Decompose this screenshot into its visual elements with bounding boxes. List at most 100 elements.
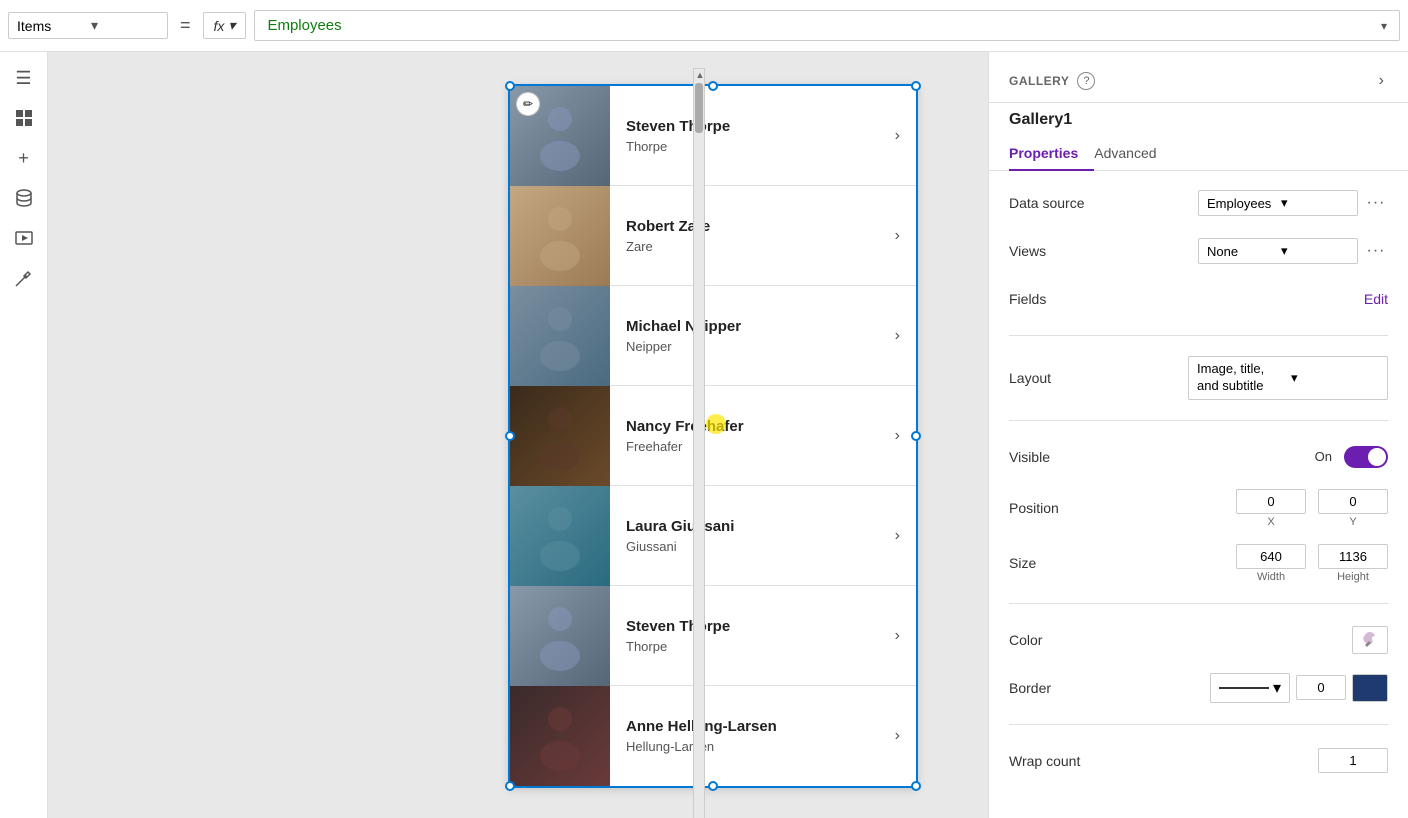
views-value: None <box>1207 244 1275 259</box>
scroll-up-arrow[interactable]: ▲ <box>694 69 706 81</box>
border-style-dropdown[interactable]: ▾ <box>1210 673 1290 703</box>
panel-section-title: GALLERY <box>1009 74 1069 88</box>
layout-label: Layout <box>1009 370 1089 386</box>
item-arrow-icon: › <box>879 127 916 145</box>
panel-tabs: Properties Advanced <box>989 137 1408 171</box>
toggle-knob <box>1368 448 1386 466</box>
gallery-item[interactable]: Michael Neipper Neipper › <box>510 286 916 386</box>
handle-bl[interactable] <box>505 781 515 791</box>
color-label: Color <box>1009 632 1089 648</box>
divider <box>1009 335 1388 336</box>
visible-toggle[interactable] <box>1344 446 1388 468</box>
views-dropdown[interactable]: None ▾ <box>1198 238 1358 264</box>
layout-row: Layout Image, title, and subtitle ▾ <box>1009 356 1388 400</box>
views-more-button[interactable]: ··· <box>1364 239 1388 263</box>
handle-ml[interactable] <box>505 431 515 441</box>
fx-label: fx <box>214 18 225 34</box>
handle-mr[interactable] <box>911 431 921 441</box>
wrap-count-row: Wrap count <box>1009 745 1388 777</box>
item-subtitle: Giussani <box>626 539 863 554</box>
sidebar-media-icon[interactable] <box>6 220 42 256</box>
item-arrow-icon: › <box>879 627 916 645</box>
item-text: Laura Giussani Giussani <box>610 506 879 566</box>
item-subtitle: Zare <box>626 239 863 254</box>
size-inputs: Width Height <box>1236 544 1388 583</box>
border-label: Border <box>1009 680 1089 696</box>
item-photo <box>510 686 610 786</box>
handle-tm[interactable] <box>708 81 718 91</box>
handle-br[interactable] <box>911 781 921 791</box>
items-dropdown[interactable]: Items ▾ <box>8 12 168 39</box>
visible-control: On <box>1315 446 1388 468</box>
position-x-input[interactable] <box>1236 489 1306 514</box>
handle-bm[interactable] <box>708 781 718 791</box>
gallery-item[interactable]: Steven Thorpe Thorpe › <box>510 586 916 686</box>
item-arrow-icon: › <box>879 327 916 345</box>
panel-nav-arrow[interactable]: › <box>1375 68 1388 94</box>
gallery-item[interactable]: Nancy Freehafer Freehafer › <box>510 386 916 486</box>
border-control: ▾ <box>1210 673 1388 703</box>
wrap-count-label: Wrap count <box>1009 753 1089 769</box>
fields-row: Fields Edit <box>1009 283 1388 315</box>
scrollbar[interactable]: ▲ ▼ <box>693 68 705 818</box>
sidebar-add-icon[interactable]: + <box>6 140 42 176</box>
wrap-count-input[interactable] <box>1318 748 1388 773</box>
color-picker-icon <box>1360 630 1380 650</box>
gallery-item[interactable]: Laura Giussani Giussani › <box>510 486 916 586</box>
size-row: Size Width Height <box>1009 544 1388 583</box>
color-button[interactable] <box>1352 626 1388 654</box>
sidebar-menu-icon[interactable]: ☰ <box>6 60 42 96</box>
equals-icon: = <box>176 15 195 36</box>
size-width-group: Width <box>1236 544 1306 583</box>
border-width-input[interactable] <box>1296 675 1346 700</box>
item-text: Robert Zare Zare <box>610 206 879 266</box>
item-text: Steven Thorpe Thorpe <box>610 606 879 666</box>
edit-pencil-icon[interactable]: ✏ <box>516 92 540 116</box>
handle-tr[interactable] <box>911 81 921 91</box>
sidebar-tools-icon[interactable] <box>6 260 42 296</box>
views-row: Views None ▾ ··· <box>1009 235 1388 267</box>
gallery-item[interactable]: Robert Zare Zare › <box>510 186 916 286</box>
data-source-more-button[interactable]: ··· <box>1364 191 1388 215</box>
tab-advanced[interactable]: Advanced <box>1094 137 1172 171</box>
layout-value: Image, title, and subtitle <box>1197 361 1285 395</box>
border-line-preview <box>1219 687 1269 689</box>
item-name: Steven Thorpe <box>626 618 863 635</box>
scrollbar-thumb[interactable] <box>695 83 703 133</box>
gallery-item[interactable]: Steven Thorpe Thorpe › <box>510 86 916 186</box>
formula-bar[interactable]: Employees ▾ <box>254 10 1400 41</box>
help-icon[interactable]: ? <box>1077 72 1095 90</box>
position-x-label: X <box>1267 516 1274 528</box>
position-row: Position X Y <box>1009 489 1388 528</box>
visible-on-label: On <box>1315 449 1332 464</box>
panel-header: GALLERY ? › <box>989 52 1408 103</box>
layout-chevron-icon: ▾ <box>1291 370 1379 386</box>
canvas-area[interactable]: ✏ Steven Thorp <box>48 52 988 818</box>
position-x-group: X <box>1236 489 1306 528</box>
handle-tl[interactable] <box>505 81 515 91</box>
size-width-input[interactable] <box>1236 544 1306 569</box>
position-y-input[interactable] <box>1318 489 1388 514</box>
sidebar-layers-icon[interactable] <box>6 100 42 136</box>
position-label: Position <box>1009 500 1089 516</box>
border-style-chevron-icon: ▾ <box>1273 678 1281 698</box>
photo-placeholder <box>510 686 610 786</box>
data-source-dropdown[interactable]: Employees ▾ <box>1198 190 1358 216</box>
sidebar-database-icon[interactable] <box>6 180 42 216</box>
fx-button[interactable]: fx ▾ <box>203 12 247 39</box>
gallery-component[interactable]: ✏ Steven Thorp <box>508 84 918 788</box>
photo-placeholder <box>510 486 610 586</box>
properties-section: Data source Employees ▾ ··· Views None ▾ <box>989 171 1408 793</box>
border-color-swatch[interactable] <box>1352 674 1388 702</box>
divider <box>1009 724 1388 725</box>
tab-properties[interactable]: Properties <box>1009 137 1094 171</box>
size-height-input[interactable] <box>1318 544 1388 569</box>
item-subtitle: Thorpe <box>626 139 863 154</box>
size-height-label: Height <box>1337 571 1369 583</box>
right-panel: GALLERY ? › Gallery1 Properties Advanced… <box>988 52 1408 818</box>
gallery-item[interactable]: Anne Hellung-Larsen Hellung-Larsen › <box>510 686 916 786</box>
layout-dropdown[interactable]: Image, title, and subtitle ▾ <box>1188 356 1388 400</box>
item-name: Nancy Freehafer <box>626 418 863 435</box>
fields-edit-link[interactable]: Edit <box>1364 291 1388 307</box>
main-area: ☰ + <box>0 52 1408 818</box>
